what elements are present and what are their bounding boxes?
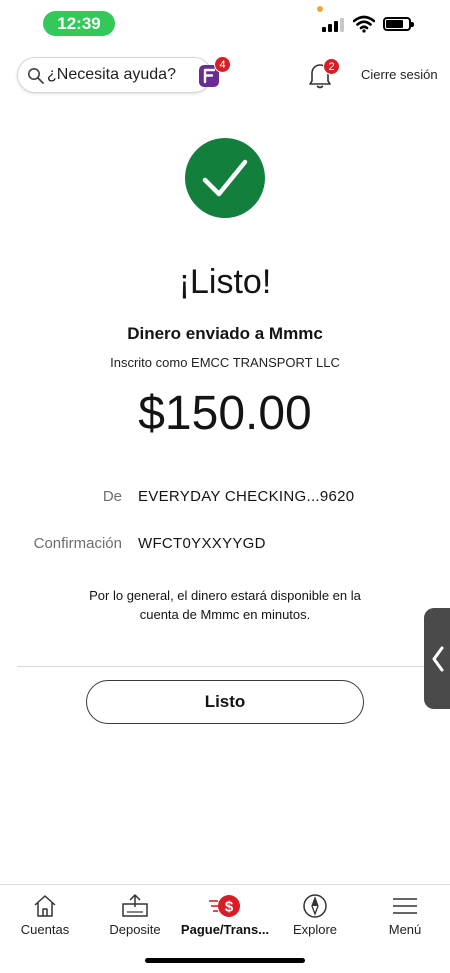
nav-label-pague-transfiera: Pague/Trans...: [180, 922, 270, 937]
from-label: De: [102, 488, 122, 505]
status-time: 12:39: [43, 11, 115, 36]
divider: [17, 666, 442, 667]
nav-label-cuentas: Cuentas: [20, 922, 70, 937]
home-indicator[interactable]: [145, 958, 305, 963]
nav-item-pague-transfiera[interactable]: $ Pague/Trans...: [180, 885, 270, 945]
signout-link[interactable]: Cierre sesión: [361, 67, 438, 82]
home-icon: [34, 895, 56, 917]
nav-item-cuentas[interactable]: Cuentas: [0, 885, 90, 945]
cellular-signal-icon: [322, 18, 344, 32]
search-icon: [28, 68, 44, 84]
confirmation-label: Confirmación: [33, 535, 122, 552]
status-bar: 12:39: [0, 0, 450, 46]
done-button[interactable]: Listo: [86, 680, 364, 724]
notification-badge: 2: [323, 58, 340, 75]
nav-item-explore[interactable]: Explore: [270, 885, 360, 945]
svg-text:$: $: [225, 899, 234, 916]
chevron-left-icon: [432, 646, 444, 672]
menu-icon: [393, 898, 417, 914]
success-check-icon: [185, 138, 265, 218]
deposit-icon: [122, 894, 148, 917]
from-account-value: EVERYDAY CHECKING...9620: [138, 488, 355, 505]
search-placeholder: ¿Necesita ayuda?: [47, 66, 176, 83]
pay-transfer-icon: $: [209, 895, 240, 917]
help-search-bar[interactable]: ¿Necesita ayuda? 4: [17, 56, 231, 93]
nav-label-deposite: Deposite: [109, 922, 161, 937]
nav-item-deposite[interactable]: Deposite: [90, 885, 180, 945]
page-title: ¡Listo!: [178, 263, 272, 301]
transfer-amount: $150.00: [138, 387, 312, 440]
recipient-heading: Dinero enviado a Mmmc: [127, 324, 323, 343]
wifi-icon: [353, 15, 375, 33]
availability-note: Por lo general, el dinero estará disponi…: [89, 588, 361, 622]
compass-icon: [303, 894, 327, 918]
confirmation-number: WFCT0YXXYYGD: [138, 535, 266, 552]
camera-indicator-dot: [317, 6, 323, 12]
nav-label-explore: Explore: [292, 922, 338, 937]
assistant-badge: 4: [214, 56, 231, 73]
nav-label-menu: Menú: [388, 922, 422, 937]
battery-icon: [383, 17, 414, 31]
side-drawer-handle[interactable]: [424, 608, 450, 709]
enrolled-as-text: Inscrito como EMCC TRANSPORT LLC: [110, 355, 340, 370]
nav-item-menu[interactable]: Menú: [360, 885, 450, 945]
